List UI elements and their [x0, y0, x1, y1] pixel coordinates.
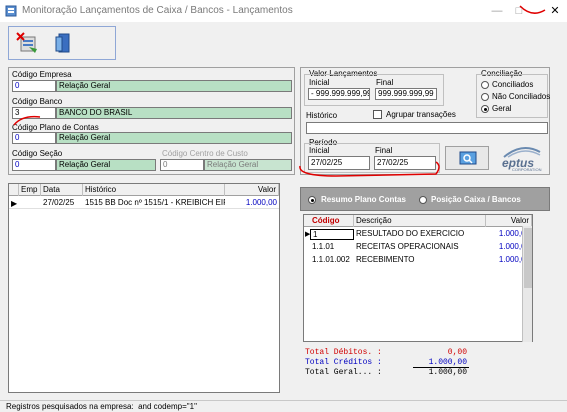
cell-descricao: RECEBIMENTO — [356, 255, 415, 264]
tab-posicao-radio[interactable] — [419, 196, 427, 204]
total-creditos-label: Total Créditos : — [305, 358, 382, 367]
historico-label: Histórico — [306, 111, 338, 120]
annotation-arrow — [519, 5, 546, 14]
row-pointer-icon: ▶ — [11, 199, 18, 208]
tabs-bar: Resumo Plano Contas Posição Caixa / Banc… — [300, 187, 550, 211]
historico-field[interactable] — [306, 122, 548, 134]
centro-desc-field: Relação Geral — [204, 159, 292, 171]
plano-desc-field: Relação Geral — [56, 132, 292, 144]
plano-code-field[interactable]: 0 — [12, 132, 56, 144]
cell-codigo: 1.1.01 — [312, 242, 335, 251]
app-icon — [5, 5, 17, 17]
total-creditos-value: 1.000,00 — [428, 358, 467, 367]
secao-code-field[interactable]: 0 — [12, 159, 56, 171]
agrupar-label: Agrupar transações — [386, 110, 456, 119]
banco-label: Código Banco — [12, 97, 63, 106]
col-codigo[interactable]: Código — [304, 215, 354, 227]
radio-nao-conciliados-label: Não Conciliados — [492, 92, 551, 101]
valor-final-label: Final — [376, 78, 394, 87]
totals-panel: Total Débitos. : 0,00 Total Créditos : 1… — [303, 346, 533, 380]
empresa-label: Código Empresa — [12, 70, 72, 79]
col-data[interactable]: Data — [41, 184, 83, 196]
clear-filter-button[interactable] — [15, 31, 39, 55]
cell-codigo: 1 — [310, 229, 354, 240]
total-geral-value: 1.000,00 — [428, 368, 467, 377]
lancamentos-header: Emp Data Histórico Valor — [9, 184, 279, 196]
cell-descricao: RESULTADO DO EXERCICIO — [356, 229, 465, 238]
centro-label: Código Centro de Custo — [162, 149, 248, 158]
valor-inicial-label: Inicial — [309, 78, 330, 87]
clear-filter-icon — [16, 32, 37, 53]
annotation-periodo — [299, 161, 440, 177]
scrollbar-thumb[interactable] — [524, 228, 532, 288]
resumo-header: Código Descrição Valor — [304, 215, 532, 227]
exit-button[interactable] — [51, 31, 75, 55]
secao-label: Código Seção — [12, 149, 63, 158]
resumo-scrollbar[interactable] — [522, 226, 532, 342]
col-indicator — [9, 184, 19, 196]
table-row[interactable]: 1.1.01.002 RECEBIMENTO 1.000,00 — [304, 255, 532, 266]
lancamentos-table: Emp Data Histórico Valor ▶ 27/02/25 1515… — [8, 183, 280, 393]
tab-resumo[interactable]: Resumo Plano Contas — [305, 194, 415, 206]
table-row[interactable]: ▶ 1 RESULTADO DO EXERCICIO 1.000,00 — [304, 229, 532, 240]
valor-inicial-field[interactable]: - 999.999.999,99 — [308, 88, 370, 100]
status-bar: Registros pesquisados na empresa: and co… — [0, 400, 567, 412]
radio-conciliados[interactable]: Conciliados — [481, 80, 545, 90]
radio-conciliados-label: Conciliados — [492, 80, 534, 89]
empresa-desc-field: Relação Geral — [56, 80, 292, 92]
filter-panel: Código Empresa 0 Relação Geral Código Ba… — [8, 67, 295, 175]
col-historico[interactable]: Histórico — [83, 184, 225, 196]
cell-data: 27/02/25 — [43, 198, 75, 207]
eptus-logo: eptus CORPORATION — [496, 146, 548, 172]
status-text: Registros pesquisados na empresa: and co… — [6, 402, 197, 411]
resumo-table: Código Descrição Valor ▶ 1 RESULTADO DO … — [303, 214, 533, 342]
secao-desc-field: Relação Geral — [56, 159, 156, 171]
total-debitos-value: 0,00 — [447, 348, 467, 357]
table-row[interactable]: 1.1.01 RECEITAS OPERACIONAIS 1.000,00 — [304, 242, 532, 253]
table-row[interactable]: ▶ 27/02/25 1515 BB Doc nº 1515/1 - KREIB… — [9, 198, 279, 209]
cell-valor: 1.000,00 — [245, 198, 277, 207]
radio-geral[interactable]: Geral — [481, 104, 545, 114]
cell-descricao: RECEITAS OPERACIONAIS — [356, 242, 459, 251]
total-debitos-label: Total Débitos. : — [305, 348, 382, 357]
exit-door-icon — [55, 33, 70, 53]
minimize-button[interactable]: — — [490, 4, 504, 18]
tab-resumo-label: Resumo Plano Contas — [321, 195, 406, 204]
annotation-underline — [13, 115, 41, 126]
radio-nao-conciliados[interactable]: Não Conciliados — [481, 92, 550, 102]
title-bar: Monitoração Lançamentos de Caixa / Banco… — [0, 0, 567, 22]
radio-conciliados-circle[interactable] — [481, 81, 489, 89]
radio-geral-label: Geral — [492, 104, 512, 113]
cell-historico: 1515 BB Doc nº 1515/1 - KREIBICH EIF — [85, 198, 225, 207]
tab-posicao-label: Posição Caixa / Bancos — [431, 195, 521, 204]
empresa-code-field[interactable]: 0 — [12, 80, 56, 92]
search-screen-icon — [459, 151, 477, 165]
radio-nao-conciliados-circle[interactable] — [481, 93, 489, 101]
cell-codigo: 1.1.01.002 — [312, 255, 350, 264]
tab-resumo-radio[interactable] — [308, 196, 316, 204]
toolbar — [8, 26, 116, 60]
radio-geral-circle[interactable] — [481, 105, 489, 113]
col-emp[interactable]: Emp — [19, 184, 41, 196]
eptus-logo-subtext: CORPORATION — [512, 167, 542, 172]
search-button[interactable] — [445, 146, 489, 170]
agrupar-checkbox[interactable] — [373, 110, 382, 119]
close-button[interactable]: ✕ — [548, 4, 562, 18]
col-descricao[interactable]: Descrição — [354, 215, 486, 227]
total-geral-label: Total Geral... : — [305, 368, 382, 377]
valor-final-field[interactable]: 999.999.999,99 — [375, 88, 437, 100]
centro-code-field[interactable]: 0 — [160, 159, 204, 171]
col-valor[interactable]: Valor — [225, 184, 279, 196]
banco-desc-field: BANCO DO BRASIL — [56, 107, 292, 119]
tab-posicao[interactable]: Posição Caixa / Bancos — [419, 194, 547, 206]
window-title: Monitoração Lançamentos de Caixa / Banco… — [22, 5, 293, 16]
totals-divider — [413, 367, 469, 368]
